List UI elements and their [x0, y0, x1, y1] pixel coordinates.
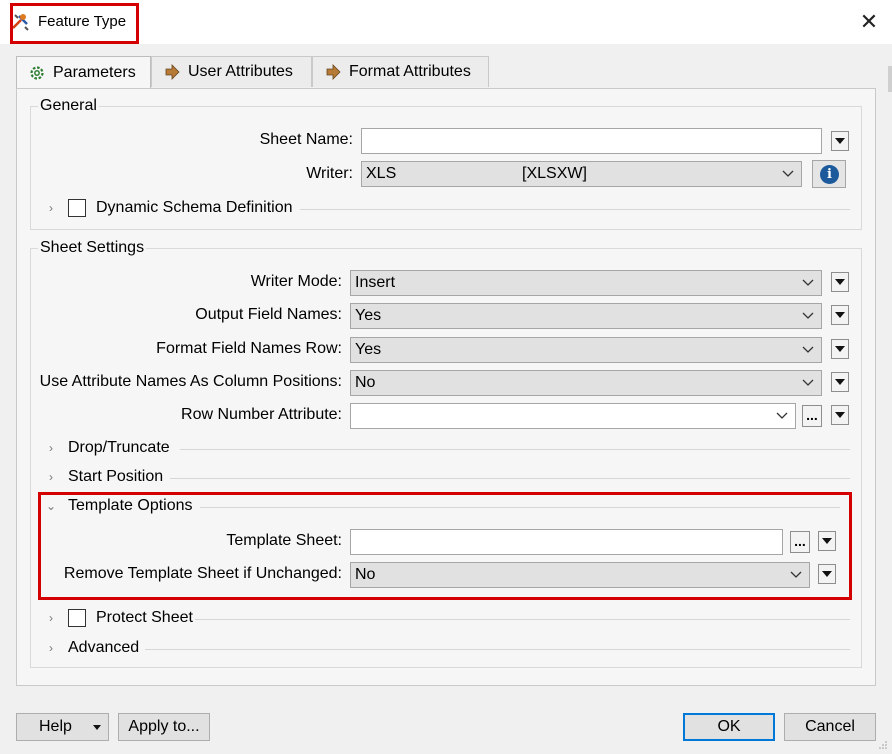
- drop-truncate-row[interactable]: › Drop/Truncate: [44, 439, 170, 457]
- info-icon: i: [820, 165, 839, 184]
- format-field-names-row-select[interactable]: Yes: [350, 337, 822, 363]
- remove-template-select[interactable]: No: [350, 562, 810, 588]
- close-icon[interactable]: ✕: [858, 11, 880, 33]
- writer-value-right: [XLSXW]: [522, 165, 587, 182]
- expand-icon[interactable]: ›: [44, 441, 58, 455]
- general-title: General: [38, 97, 99, 115]
- use-attr-names-select[interactable]: No: [350, 370, 822, 396]
- output-field-names-select[interactable]: Yes: [350, 303, 822, 329]
- expand-icon[interactable]: ›: [44, 641, 58, 655]
- chevron-down-icon: [802, 346, 814, 353]
- arrow-right-icon: [165, 64, 180, 80]
- sheet-name-menu-button[interactable]: [831, 131, 849, 151]
- gear-icon: [30, 66, 44, 80]
- writer-mode-value: Insert: [355, 274, 396, 291]
- title-bar: Feature Type ✕: [0, 0, 892, 44]
- chevron-down-icon: [802, 312, 814, 319]
- output-field-names-menu-button[interactable]: [831, 305, 849, 325]
- chevron-down-icon: [782, 170, 794, 177]
- writer-value-left: XLS: [366, 165, 397, 182]
- chevron-down-icon: [776, 412, 788, 419]
- chevron-down-icon: [802, 279, 814, 286]
- row-number-attr-label: Row Number Attribute:: [181, 406, 342, 423]
- divider: [180, 449, 850, 450]
- template-sheet-input[interactable]: [350, 529, 783, 555]
- use-attr-names-label: Use Attribute Names As Column Positions:: [39, 373, 342, 390]
- format-field-names-row-value: Yes: [355, 341, 382, 358]
- protect-sheet-checkbox[interactable]: [68, 609, 86, 627]
- advanced-row[interactable]: › Advanced: [44, 639, 139, 657]
- writer-label: Writer:: [306, 165, 353, 182]
- divider: [145, 649, 850, 650]
- format-field-names-row-label: Format Field Names Row:: [156, 340, 342, 357]
- writer-mode-select[interactable]: Insert: [350, 270, 822, 296]
- template-sheet-browse-button[interactable]: ...: [790, 531, 810, 553]
- divider: [300, 209, 850, 210]
- expand-icon[interactable]: ›: [44, 470, 58, 484]
- tab-user-attributes-label: User Attributes: [188, 63, 293, 80]
- resize-grip-icon[interactable]: [878, 740, 888, 750]
- tab-format-attributes-label: Format Attributes: [349, 63, 471, 80]
- divider: [200, 507, 840, 508]
- tab-format-attributes[interactable]: Format Attributes: [312, 56, 489, 87]
- apply-to-button[interactable]: Apply to...: [118, 713, 210, 741]
- chevron-down-icon: [790, 571, 802, 578]
- divider: [195, 619, 850, 620]
- dynamic-schema-row[interactable]: › Dynamic Schema Definition: [44, 199, 293, 217]
- sheet-settings-title: Sheet Settings: [38, 239, 147, 257]
- tab-user-attributes[interactable]: User Attributes: [151, 56, 312, 87]
- output-field-names-label: Output Field Names:: [195, 306, 342, 323]
- window-title: Feature Type: [38, 13, 127, 30]
- writer-select[interactable]: XLS [XLSXW]: [361, 161, 802, 187]
- help-button[interactable]: Help: [16, 713, 109, 741]
- caret-down-icon: [93, 725, 101, 730]
- cancel-button[interactable]: Cancel: [784, 713, 876, 741]
- arrow-right-icon: [326, 64, 341, 80]
- start-position-label: Start Position: [68, 468, 164, 485]
- template-sheet-menu-button[interactable]: [818, 531, 836, 551]
- protect-sheet-label: Protect Sheet: [96, 609, 193, 626]
- writer-info-button[interactable]: i: [812, 160, 846, 188]
- protect-sheet-row[interactable]: › Protect Sheet: [44, 609, 193, 627]
- expand-icon[interactable]: ›: [44, 201, 58, 215]
- tab-parameters-label: Parameters: [53, 64, 136, 81]
- ok-button[interactable]: OK: [683, 713, 775, 741]
- writer-mode-label: Writer Mode:: [250, 273, 342, 290]
- output-field-names-value: Yes: [355, 307, 382, 324]
- help-label: Help: [39, 718, 72, 735]
- feature-type-dialog: Feature Type ✕ Parameters User Attribute…: [0, 0, 892, 754]
- writer-mode-menu-button[interactable]: [831, 272, 849, 292]
- collapse-icon[interactable]: ⌄: [44, 499, 58, 513]
- chevron-down-icon: [802, 379, 814, 386]
- remove-template-menu-button[interactable]: [818, 564, 836, 584]
- drop-truncate-label: Drop/Truncate: [68, 439, 170, 456]
- dynamic-schema-label: Dynamic Schema Definition: [96, 199, 293, 216]
- sheet-name-label: Sheet Name:: [259, 131, 353, 148]
- window-edge: [888, 66, 892, 92]
- start-position-row[interactable]: › Start Position: [44, 468, 163, 486]
- feature-type-icon: [12, 14, 29, 31]
- expand-icon[interactable]: ›: [44, 611, 58, 625]
- remove-template-label: Remove Template Sheet if Unchanged:: [63, 565, 342, 582]
- dynamic-schema-checkbox[interactable]: [68, 199, 86, 217]
- row-number-attr-menu-button[interactable]: [831, 405, 849, 425]
- use-attr-names-menu-button[interactable]: [831, 372, 849, 392]
- template-options-row[interactable]: ⌄ Template Options: [44, 497, 193, 515]
- template-sheet-label: Template Sheet:: [226, 532, 342, 549]
- advanced-label: Advanced: [68, 639, 140, 656]
- template-options-label: Template Options: [68, 497, 193, 514]
- tab-parameters[interactable]: Parameters: [16, 56, 151, 89]
- format-field-names-row-menu-button[interactable]: [831, 339, 849, 359]
- sheet-name-input[interactable]: [361, 128, 822, 154]
- row-number-attr-browse-button[interactable]: ...: [802, 405, 822, 427]
- divider: [170, 478, 850, 479]
- use-attr-names-value: No: [355, 374, 376, 391]
- remove-template-value: No: [355, 566, 376, 583]
- row-number-attr-select[interactable]: [350, 403, 796, 429]
